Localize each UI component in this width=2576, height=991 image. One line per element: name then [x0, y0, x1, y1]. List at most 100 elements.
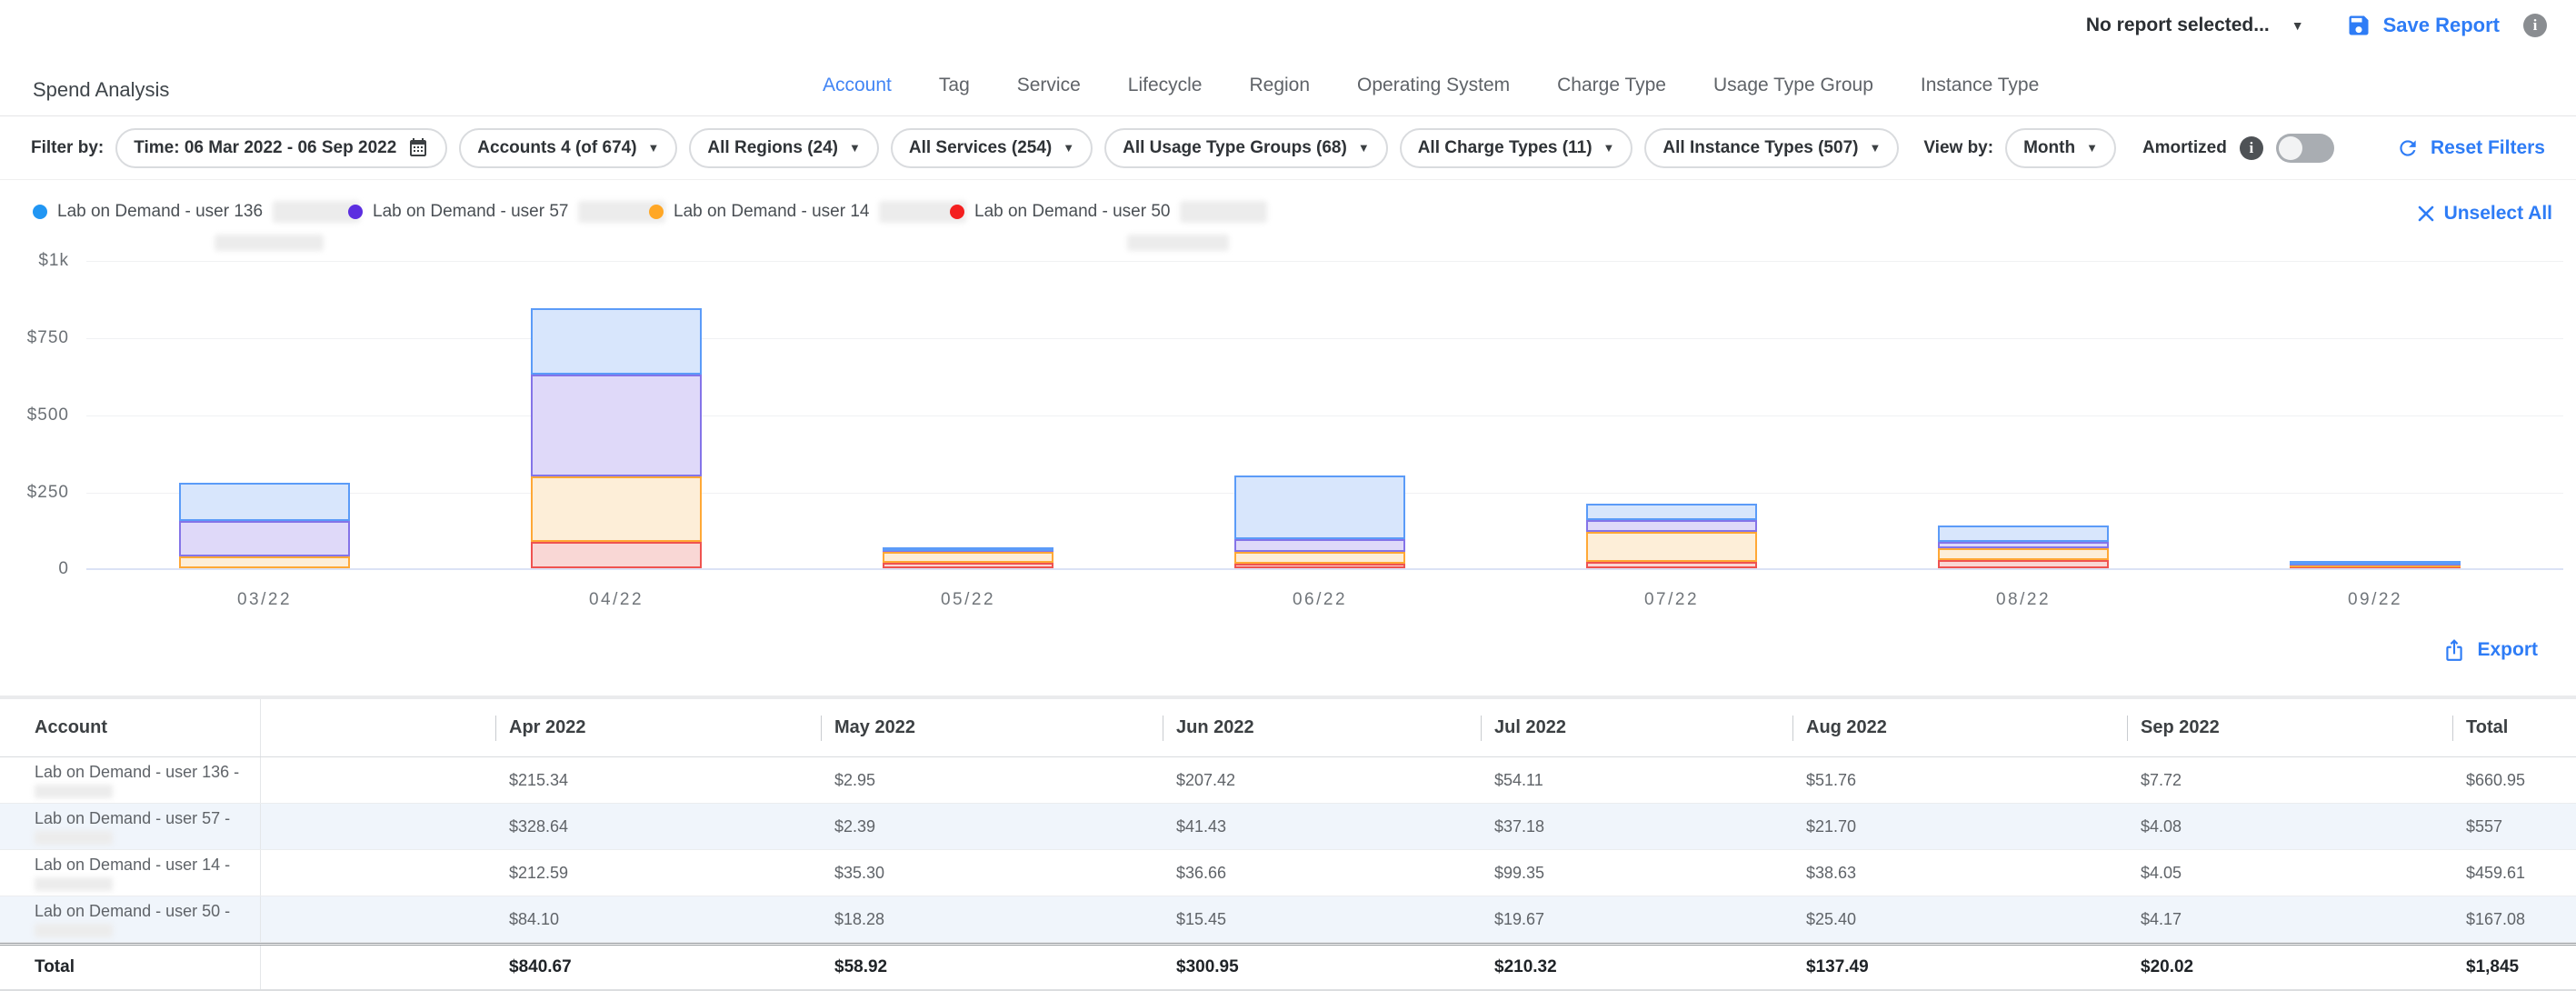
- bar-segment[interactable]: [1938, 526, 2109, 542]
- value-cell: $215.34: [495, 757, 821, 803]
- bar-segment[interactable]: [1586, 504, 1757, 520]
- bar-segment[interactable]: [531, 542, 702, 568]
- view-by-label: View by:: [1923, 138, 1993, 158]
- bar-segment[interactable]: [1938, 560, 2109, 568]
- chevron-down-icon: ▼: [1358, 142, 1370, 154]
- value-cell: $328.64: [495, 804, 821, 849]
- view-by-selector[interactable]: Month ▼: [2005, 128, 2116, 168]
- bar-segment[interactable]: [1938, 542, 2109, 548]
- y-axis-label: $500: [13, 405, 69, 425]
- chevron-down-icon: ▼: [849, 142, 861, 154]
- bar-segment[interactable]: [1234, 539, 1405, 552]
- legend-item-user-14[interactable]: Lab on Demand - user 14: [649, 201, 966, 223]
- table-row: Lab on Demand - user 57 -$328.64$2.39$41…: [0, 804, 2576, 850]
- spend-table: Account Apr 2022 May 2022 Jun 2022 Jul 2…: [0, 696, 2576, 991]
- bar-segment[interactable]: [1586, 532, 1757, 563]
- services-filter-label: All Services (254): [909, 138, 1052, 158]
- export-button[interactable]: Export: [2442, 638, 2538, 662]
- instance-types-filter[interactable]: All Instance Types (507) ▼: [1644, 128, 1899, 168]
- save-report-button[interactable]: Save Report: [2346, 13, 2500, 38]
- value-cell: $15.45: [1163, 896, 1481, 942]
- account-name-cell: Lab on Demand - user 136 -: [0, 757, 261, 803]
- chevron-down-icon: ▼: [1869, 142, 1881, 154]
- tab-region[interactable]: Region: [1249, 75, 1310, 96]
- value-cell: $58.92: [821, 946, 1163, 989]
- value-cell: [261, 896, 495, 942]
- bar-segment[interactable]: [179, 556, 350, 568]
- y-axis-label: $750: [13, 328, 69, 348]
- accounts-filter[interactable]: Accounts 4 (of 674) ▼: [459, 128, 677, 168]
- value-cell: $557: [2452, 804, 2576, 849]
- value-cell: $210.32: [1481, 946, 1792, 989]
- value-cell: $212.59: [495, 850, 821, 896]
- bar-segment[interactable]: [883, 552, 1053, 563]
- value-cell: $2.95: [821, 757, 1163, 803]
- account-name-cell: Lab on Demand - user 50 -: [0, 896, 261, 942]
- bar-segment[interactable]: [883, 563, 1053, 568]
- charge-types-filter[interactable]: All Charge Types (11) ▼: [1400, 128, 1633, 168]
- value-cell: $35.30: [821, 850, 1163, 896]
- time-range-filter[interactable]: Time: 06 Mar 2022 - 06 Sep 2022: [115, 128, 447, 168]
- chart-plot: 03/2204/2205/2206/2207/2208/2209/22: [86, 261, 2563, 570]
- value-cell: $167.08: [2452, 896, 2576, 942]
- value-cell: $300.95: [1163, 946, 1481, 989]
- services-filter[interactable]: All Services (254) ▼: [891, 128, 1093, 168]
- redacted-text: [35, 877, 113, 891]
- accounts-filter-label: Accounts 4 (of 674): [477, 138, 636, 158]
- amortized-toggle[interactable]: [2276, 134, 2334, 163]
- tab-instance-type[interactable]: Instance Type: [1921, 75, 2039, 96]
- value-cell: $660.95: [2452, 757, 2576, 803]
- column-header-may: May 2022: [821, 699, 1163, 756]
- bar-segment[interactable]: [531, 308, 702, 375]
- tab-tag[interactable]: Tag: [939, 75, 970, 96]
- bar-segment[interactable]: [1938, 548, 2109, 560]
- tab-account[interactable]: Account: [823, 75, 892, 96]
- chevron-down-icon: ▼: [1063, 142, 1074, 154]
- bar-segment[interactable]: [179, 483, 350, 521]
- tab-usage-type-group[interactable]: Usage Type Group: [1713, 75, 1873, 96]
- value-cell: $19.67: [1481, 896, 1792, 942]
- usage-type-groups-filter[interactable]: All Usage Type Groups (68) ▼: [1104, 128, 1388, 168]
- tab-service[interactable]: Service: [1017, 75, 1081, 96]
- bar-segment[interactable]: [1586, 520, 1757, 532]
- bar-segment[interactable]: [2290, 561, 2461, 565]
- charge-types-filter-label: All Charge Types (11): [1418, 138, 1593, 158]
- toggle-knob: [2279, 136, 2302, 160]
- bar-segment[interactable]: [531, 375, 702, 476]
- legend-item-user-50[interactable]: Lab on Demand - user 50: [950, 201, 1267, 223]
- bar-segment[interactable]: [179, 521, 350, 556]
- info-icon[interactable]: i: [2240, 136, 2263, 160]
- filter-by-label: Filter by:: [31, 138, 104, 158]
- tab-bar: Account Tag Service Lifecycle Region Ope…: [823, 75, 2039, 96]
- legend-item-user-57[interactable]: Lab on Demand - user 57: [348, 201, 665, 223]
- bar-segment[interactable]: [531, 476, 702, 542]
- tab-charge-type[interactable]: Charge Type: [1557, 75, 1666, 96]
- report-selector-dropdown[interactable]: No report selected... ▼: [2086, 15, 2304, 36]
- unselect-all-label: Unselect All: [2444, 203, 2552, 225]
- x-axis-label: 05/22: [883, 590, 1053, 610]
- x-axis-label: 04/22: [531, 590, 702, 610]
- unselect-all-button[interactable]: Unselect All: [2417, 203, 2552, 225]
- value-cell: $1,845: [2452, 946, 2576, 989]
- bar-segment[interactable]: [883, 547, 1053, 551]
- legend-item-user-136[interactable]: Lab on Demand - user 136: [33, 201, 360, 223]
- bar-segment[interactable]: [1234, 552, 1405, 564]
- y-axis-label: $1k: [13, 251, 69, 271]
- close-icon: [2417, 205, 2435, 223]
- bar-segment[interactable]: [1234, 564, 1405, 568]
- chevron-down-icon: ▼: [2086, 142, 2098, 154]
- filter-bar: Filter by: Time: 06 Mar 2022 - 06 Sep 20…: [0, 116, 2576, 180]
- redacted-text: [1127, 235, 1229, 251]
- tab-lifecycle[interactable]: Lifecycle: [1128, 75, 1203, 96]
- regions-filter[interactable]: All Regions (24) ▼: [689, 128, 878, 168]
- bar-segment[interactable]: [1586, 562, 1757, 568]
- account-name-cell: Lab on Demand - user 14 -: [0, 850, 261, 896]
- reset-filters-button[interactable]: Reset Filters: [2396, 136, 2545, 160]
- tab-operating-system[interactable]: Operating System: [1357, 75, 1510, 96]
- value-cell: $7.72: [2127, 757, 2452, 803]
- bar-segment[interactable]: [1234, 475, 1405, 540]
- reset-filters-label: Reset Filters: [2431, 137, 2545, 159]
- redacted-text: [35, 924, 113, 937]
- export-label: Export: [2477, 639, 2538, 661]
- info-icon[interactable]: i: [2523, 14, 2547, 37]
